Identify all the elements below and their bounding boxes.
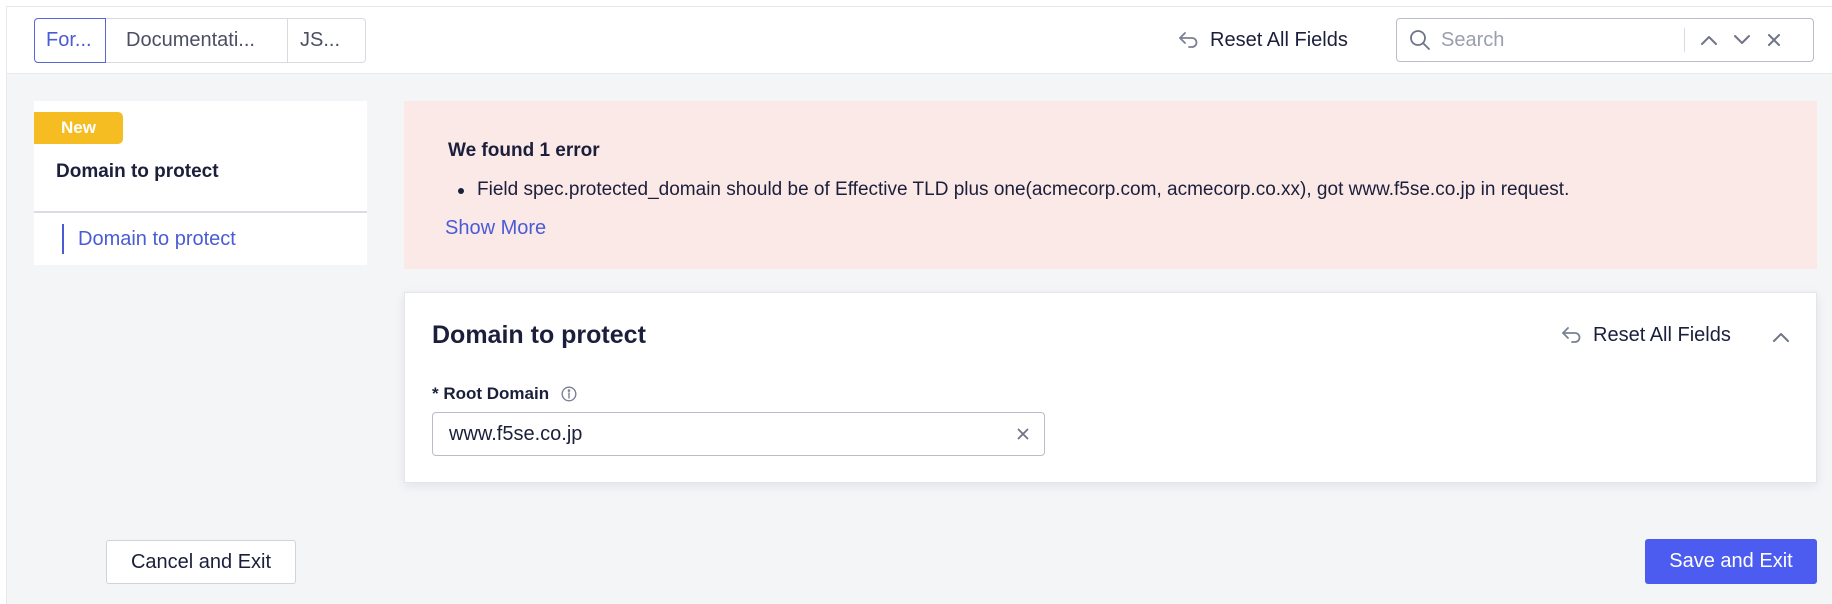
clear-input-button[interactable] bbox=[1012, 423, 1034, 445]
new-badge: New bbox=[34, 112, 123, 144]
search-next-button[interactable] bbox=[1730, 28, 1754, 52]
section-navigator: New Domain to protect Domain to protect bbox=[34, 101, 367, 265]
reset-all-fields-label: Reset All Fields bbox=[1210, 28, 1348, 51]
info-icon[interactable] bbox=[561, 386, 577, 402]
app-frame: For... Documentati... JS... Reset All Fi… bbox=[6, 6, 1832, 604]
section-title: Domain to protect bbox=[432, 321, 646, 349]
reset-icon bbox=[1179, 32, 1198, 48]
section-reset-label: Reset All Fields bbox=[1593, 323, 1731, 346]
save-and-exit-button[interactable]: Save and Exit bbox=[1645, 539, 1817, 584]
search-input[interactable] bbox=[1441, 26, 1681, 54]
search-previous-button[interactable] bbox=[1697, 28, 1721, 52]
reset-all-fields-button[interactable]: Reset All Fields bbox=[1177, 25, 1348, 55]
chevron-down-icon bbox=[1734, 35, 1750, 44]
tab-json[interactable]: JS... bbox=[288, 18, 366, 63]
error-banner: We found 1 error Field spec.protected_do… bbox=[404, 101, 1817, 269]
error-title: We found 1 error bbox=[448, 140, 600, 161]
top-toolbar: For... Documentati... JS... Reset All Fi… bbox=[7, 7, 1832, 74]
tab-documentation[interactable]: Documentati... bbox=[106, 18, 288, 63]
close-icon bbox=[1768, 34, 1780, 46]
search-icon bbox=[1410, 30, 1430, 50]
root-domain-label: * Root Domain bbox=[432, 384, 577, 404]
tab-form[interactable]: For... bbox=[34, 18, 106, 63]
error-message: Field spec.protected_domain should be of… bbox=[457, 179, 1570, 200]
section-reset-button[interactable]: Reset All Fields bbox=[1560, 320, 1731, 350]
sidebar-divider bbox=[34, 211, 367, 213]
domain-section-card: Domain to protect Reset All Fields * Roo… bbox=[404, 292, 1817, 483]
search-close-button[interactable] bbox=[1762, 28, 1786, 52]
cancel-and-exit-button[interactable]: Cancel and Exit bbox=[106, 540, 296, 584]
chevron-up-icon bbox=[1773, 333, 1789, 342]
show-more-link[interactable]: Show More bbox=[445, 217, 546, 240]
root-domain-input[interactable] bbox=[449, 421, 989, 447]
root-domain-label-text: * Root Domain bbox=[432, 384, 550, 403]
chevron-up-icon bbox=[1701, 36, 1717, 45]
reset-icon bbox=[1562, 327, 1581, 343]
search-divider bbox=[1684, 28, 1685, 52]
collapse-section-button[interactable] bbox=[1769, 325, 1793, 349]
sidebar-title: Domain to protect bbox=[56, 161, 219, 182]
view-tabs: For... Documentati... JS... bbox=[34, 18, 366, 63]
root-domain-field bbox=[432, 412, 1045, 456]
search-box bbox=[1396, 18, 1814, 62]
sidebar-item-domain-to-protect[interactable]: Domain to protect bbox=[62, 224, 236, 254]
close-icon bbox=[1017, 428, 1029, 440]
